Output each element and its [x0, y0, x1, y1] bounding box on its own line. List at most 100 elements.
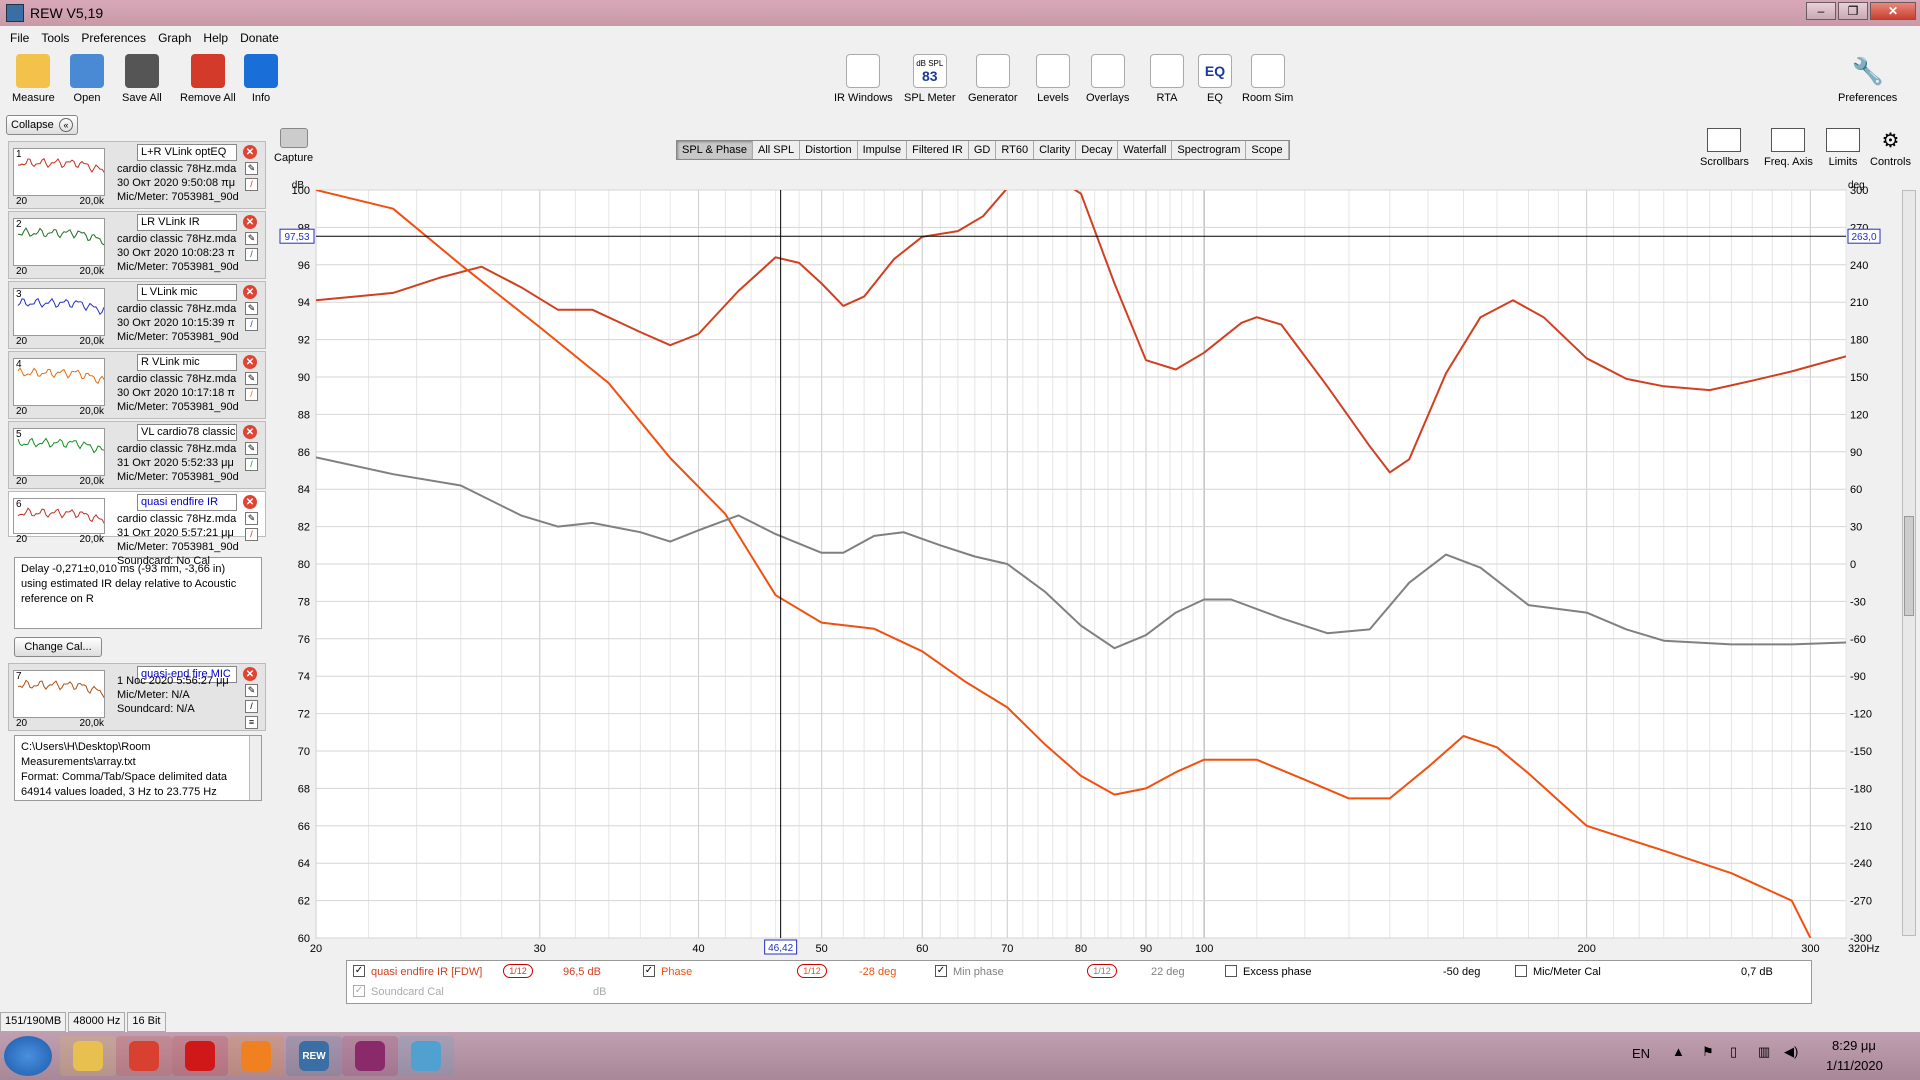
freq-axis-button[interactable]: Freq. Axis [1764, 128, 1813, 168]
measurement-card-6[interactable]: 6 20 20,0k quasi endfire IR ✕ cardio classic … [8, 491, 266, 567]
measure-button[interactable]: Measure [12, 54, 55, 104]
delete-measurement-icon[interactable]: ✕ [243, 145, 257, 159]
limits-button[interactable]: Limits [1826, 128, 1860, 168]
capture-button[interactable]: Capture [274, 128, 313, 164]
edit-notes-icon[interactable]: ✎ [245, 512, 258, 525]
close-button[interactable]: ✕ [1870, 2, 1916, 20]
overlays-button[interactable]: Overlays [1086, 54, 1129, 104]
tab-spl-phase[interactable]: SPL & Phase [677, 141, 754, 159]
edit-notes-icon[interactable]: ✎ [245, 162, 258, 175]
menu-file[interactable]: File [10, 31, 29, 45]
room-sim-button[interactable]: Room Sim [1242, 54, 1293, 104]
vertical-scrollbar[interactable] [1902, 190, 1916, 936]
file-info-scrollbar[interactable] [249, 736, 261, 800]
delete-measurement-icon[interactable]: ✕ [243, 495, 257, 509]
delete-measurement-icon[interactable]: ✕ [243, 285, 257, 299]
menu-graph[interactable]: Graph [158, 31, 191, 45]
delete-measurement-icon[interactable]: ✕ [243, 215, 257, 229]
paint-icon[interactable] [398, 1036, 454, 1076]
clock-time[interactable]: 8:29 μμ [1832, 1038, 1876, 1053]
folder-button[interactable]: Open [70, 54, 104, 104]
mic-cal-icon[interactable]: / [245, 388, 258, 401]
vpn-app-icon[interactable] [228, 1036, 284, 1076]
save-button[interactable]: Save All [122, 54, 162, 104]
scrollbar-thumb[interactable] [1904, 516, 1914, 616]
battery-icon[interactable]: ▯ [1730, 1044, 1737, 1060]
edit-notes-icon[interactable]: ✎ [245, 442, 258, 455]
smoothing-selector[interactable]: 1/12 [797, 964, 827, 978]
flag-icon[interactable]: ⚑ [1702, 1044, 1714, 1060]
mic-cal-icon[interactable]: / [245, 700, 258, 713]
edit-notes-icon[interactable]: ✎ [245, 684, 258, 697]
eq-button[interactable]: EQ EQ [1198, 54, 1232, 104]
tab-scope[interactable]: Scope [1246, 141, 1289, 159]
spl-phase-chart[interactable]: 6062646668707274767880828486889092949698… [262, 178, 1906, 976]
spl-meter-button[interactable]: dB SPL 83 SPL Meter [904, 54, 956, 104]
delete-measurement-icon[interactable]: ✕ [243, 425, 257, 439]
mic-cal-icon[interactable]: / [245, 318, 258, 331]
preferences-button[interactable]: 🔧 Preferences [1838, 54, 1897, 105]
language-indicator[interactable]: EN [1632, 1046, 1650, 1061]
measurement-card-5[interactable]: 5 20 20,0k VL cardio78 classic ✕ cardio class… [8, 421, 266, 489]
tray-arrow-icon[interactable]: ▲ [1672, 1044, 1685, 1059]
legend-checkbox-excess-phase[interactable] [1225, 965, 1237, 977]
gear-button[interactable]: ⚙ Controls [1870, 128, 1911, 168]
rew-taskbar-icon[interactable]: REW [286, 1036, 342, 1076]
measurement-name-input[interactable]: L VLink mic [137, 284, 237, 301]
measurement-card-4[interactable]: 4 20 20,0k R VLink mic ✕ cardio classic 78Hz.… [8, 351, 266, 419]
mic-cal-icon[interactable]: / [245, 458, 258, 471]
measurement-name-input[interactable]: L+R VLink optEQ [137, 144, 237, 161]
menu-tools[interactable]: Tools [41, 31, 69, 45]
measurement-card-2[interactable]: 2 20 20,0k LR VLink IR ✕ cardio classic 78Hz.… [8, 211, 266, 279]
menu-preferences[interactable]: Preferences [81, 31, 146, 45]
tab-impulse[interactable]: Impulse [858, 141, 908, 159]
menu-help[interactable]: Help [203, 31, 228, 45]
tab-spectrogram[interactable]: Spectrogram [1172, 141, 1247, 159]
tab-gd[interactable]: GD [969, 141, 997, 159]
measurement-card-1[interactable]: 1 20 20,0k L+R VLink optEQ ✕ cardio classic 7… [8, 141, 266, 209]
levels-button[interactable]: Levels [1036, 54, 1070, 104]
tab-clarity[interactable]: Clarity [1034, 141, 1077, 159]
info-button[interactable]: Info [244, 54, 278, 104]
tab-filtered-ir[interactable]: Filtered IR [907, 141, 969, 159]
tab-distortion[interactable]: Distortion [800, 141, 858, 159]
file-explorer-icon[interactable] [60, 1036, 116, 1076]
mic-cal-icon[interactable]: / [245, 528, 258, 541]
soundcard-cal-icon[interactable]: ≡ [245, 716, 258, 729]
measurement-card-7[interactable]: 7 20 20,0k quasi-end fire MIC ✕ 1 Noc 20… [8, 663, 266, 731]
edit-notes-icon[interactable]: ✎ [245, 302, 258, 315]
measurement-name-input[interactable]: R VLink mic [137, 354, 237, 371]
edit-notes-icon[interactable]: ✎ [245, 372, 258, 385]
mic-cal-icon[interactable]: / [245, 248, 258, 261]
tab-rt60[interactable]: RT60 [996, 141, 1035, 159]
measurement-card-3[interactable]: 3 20 20,0k L VLink mic ✕ cardio classic 78Hz.… [8, 281, 266, 349]
opera-icon[interactable] [172, 1036, 228, 1076]
legend-checkbox-phase[interactable]: ✓ [643, 965, 655, 977]
tab-waterfall[interactable]: Waterfall [1118, 141, 1173, 159]
delete-measurement-icon[interactable]: ✕ [243, 667, 257, 681]
maximize-button[interactable]: ❐ [1838, 2, 1868, 20]
tab-decay[interactable]: Decay [1076, 141, 1119, 159]
legend-checkbox-mic-meter-cal[interactable] [1515, 965, 1527, 977]
collapse-button[interactable]: Collapse « [6, 115, 78, 135]
clock-date[interactable]: 1/11/2020 [1826, 1058, 1883, 1073]
menu-donate[interactable]: Donate [240, 31, 279, 45]
start-button[interactable] [4, 1036, 52, 1076]
tab-all-spl[interactable]: All SPL [753, 141, 801, 159]
network-icon[interactable]: ▥ [1758, 1044, 1770, 1060]
delete-measurement-icon[interactable]: ✕ [243, 355, 257, 369]
chrome-icon[interactable] [116, 1036, 172, 1076]
smoothing-selector[interactable]: 1/12 [503, 964, 533, 978]
legend-checkbox-quasi-endfire-ir-fdw[interactable]: ✓ [353, 965, 365, 977]
mic-cal-icon[interactable]: / [245, 178, 258, 191]
minimize-button[interactable]: – [1806, 2, 1836, 20]
winrar-icon[interactable] [342, 1036, 398, 1076]
smoothing-selector[interactable]: 1/12 [1087, 964, 1117, 978]
rta-button[interactable]: RTA [1150, 54, 1184, 104]
remove-button[interactable]: Remove All [180, 54, 236, 104]
measurement-name-input[interactable]: LR VLink IR [137, 214, 237, 231]
legend-checkbox-min-phase[interactable]: ✓ [935, 965, 947, 977]
generator-button[interactable]: Generator [968, 54, 1018, 104]
measurement-name-input[interactable]: VL cardio78 classic [137, 424, 237, 441]
ir-windows-button[interactable]: IR Windows [834, 54, 893, 104]
